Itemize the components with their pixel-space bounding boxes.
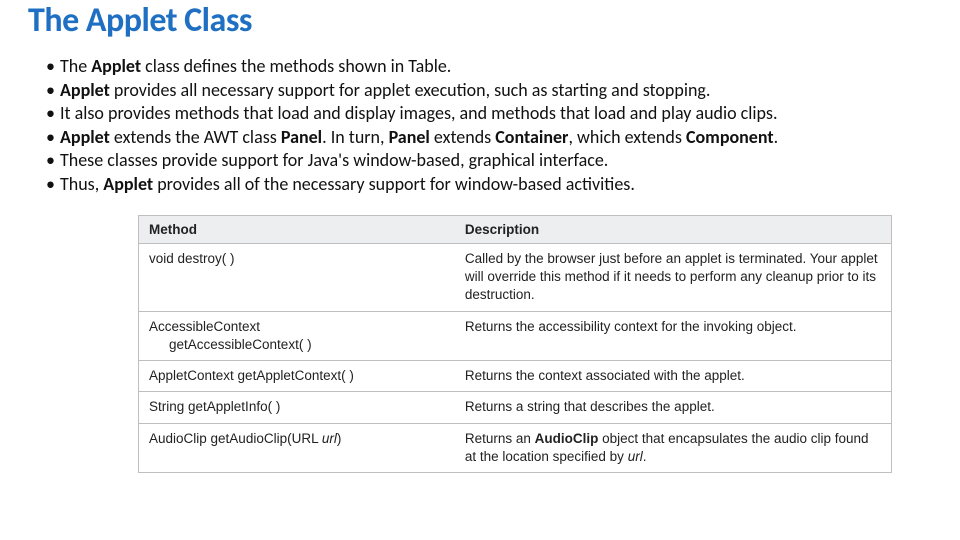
- cell-desc: Returns an AudioClip object that encapsu…: [455, 423, 891, 472]
- table-row: void destroy( ) Called by the browser ju…: [139, 244, 891, 312]
- cell-method: String getAppletInfo( ): [139, 392, 455, 423]
- table-row: AppletContext getAppletContext( ) Return…: [139, 361, 891, 392]
- slide-title: The Applet Class: [28, 0, 932, 41]
- cell-method: void destroy( ): [139, 244, 455, 312]
- cell-method: AccessibleContextgetAccessibleContext( ): [139, 311, 455, 360]
- bullet-list: The Applet class defines the methods sho…: [28, 55, 932, 195]
- cell-method: AudioClip getAudioClip(URL url): [139, 423, 455, 472]
- cell-desc: Returns a string that describes the appl…: [455, 392, 891, 423]
- list-item: The Applet class defines the methods sho…: [46, 55, 932, 78]
- list-item: Applet extends the AWT class Panel. In t…: [46, 126, 932, 149]
- list-item: Applet provides all necessary support fo…: [46, 79, 932, 102]
- cell-method: AppletContext getAppletContext( ): [139, 361, 455, 392]
- cell-desc: Returns the accessibility context for th…: [455, 311, 891, 360]
- table-row: AudioClip getAudioClip(URL url) Returns …: [139, 423, 891, 472]
- cell-desc: Called by the browser just before an app…: [455, 244, 891, 312]
- col-method: Method: [139, 216, 455, 244]
- list-item: It also provides methods that load and d…: [46, 102, 932, 125]
- method-table-wrap: Method Description void destroy( ) Calle…: [138, 215, 892, 473]
- list-item: These classes provide support for Java's…: [46, 149, 932, 172]
- table-header-row: Method Description: [139, 216, 891, 244]
- table-row: String getAppletInfo( ) Returns a string…: [139, 392, 891, 423]
- col-description: Description: [455, 216, 891, 244]
- method-table: Method Description void destroy( ) Calle…: [139, 216, 891, 472]
- list-item: Thus, Applet provides all of the necessa…: [46, 173, 932, 196]
- cell-desc: Returns the context associated with the …: [455, 361, 891, 392]
- table-row: AccessibleContextgetAccessibleContext( )…: [139, 311, 891, 360]
- slide: The Applet Class The Applet class define…: [0, 0, 960, 540]
